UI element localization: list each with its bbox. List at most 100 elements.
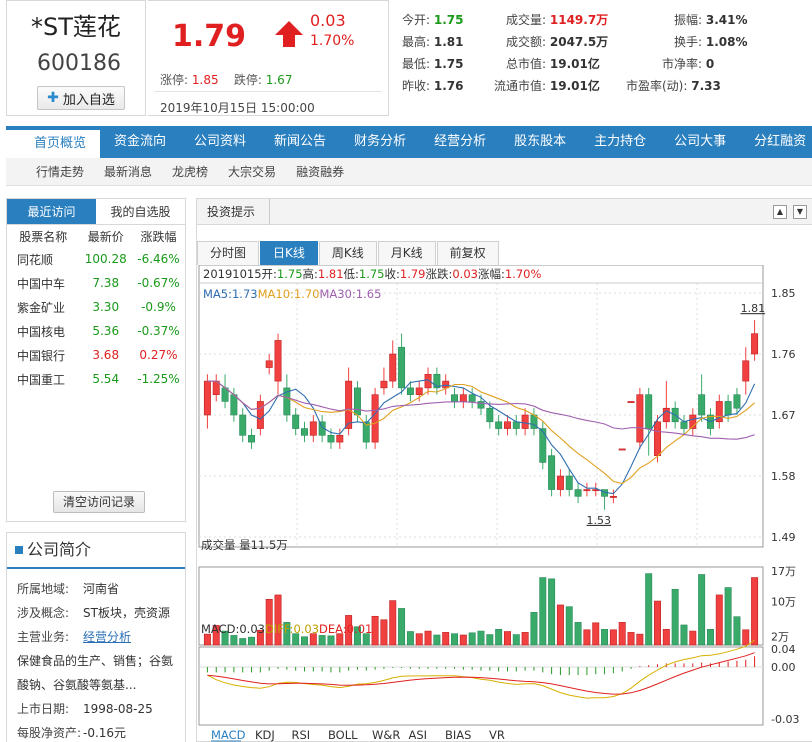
volume-bar bbox=[451, 633, 459, 646]
nav-item[interactable]: 新闻公告 bbox=[260, 126, 340, 158]
info-text: 涨幅: bbox=[478, 267, 505, 281]
subnav-item[interactable]: 融资融券 bbox=[286, 158, 354, 185]
indicator-tab[interactable]: MACD bbox=[211, 728, 246, 742]
candle-body bbox=[548, 455, 556, 490]
volume-bar bbox=[424, 630, 432, 646]
limit-up-label: 涨停: bbox=[160, 73, 189, 87]
scroll-down-icon[interactable]: ▼ bbox=[793, 205, 807, 219]
volume-bar bbox=[751, 577, 759, 646]
volume-label: 成交量 量11.5万 bbox=[201, 538, 288, 552]
divider bbox=[154, 91, 382, 92]
volume-bar bbox=[274, 594, 282, 646]
volume-bar bbox=[565, 606, 573, 646]
table-row[interactable]: 同花顺 100.28 -6.46% bbox=[7, 247, 185, 271]
candle-body bbox=[539, 428, 547, 463]
volume-bar bbox=[556, 604, 564, 646]
info-text: 1.79 bbox=[400, 267, 426, 281]
subnav-item[interactable]: 龙虎榜 bbox=[162, 158, 218, 185]
table-row[interactable]: 中国中车 7.38 -0.67% bbox=[7, 271, 185, 295]
company-profile-title: 公司简介 bbox=[7, 533, 185, 569]
indicator-tab[interactable]: ASI bbox=[409, 728, 428, 742]
clear-history-button[interactable]: 清空访问记录 bbox=[53, 491, 145, 513]
row-stock-name[interactable]: 同花顺 bbox=[7, 247, 79, 271]
volume-bar bbox=[230, 635, 238, 646]
info-text: 低: bbox=[344, 267, 359, 281]
limit-prices: 涨停: 1.85 跌停: 1.67 bbox=[160, 71, 292, 88]
candle-body bbox=[327, 435, 335, 443]
quote-value: 0 bbox=[705, 57, 715, 71]
table-row[interactable]: 紫金矿业 3.30 -0.9% bbox=[7, 295, 185, 319]
row-stock-pct: -6.46% bbox=[137, 252, 180, 266]
quote-value: 1.75 bbox=[433, 57, 464, 71]
price-tick-label: 1.67 bbox=[771, 409, 796, 422]
quote-item: 昨收: 1.76 bbox=[402, 77, 463, 94]
row-stock-name[interactable]: 中国中车 bbox=[7, 271, 79, 295]
table-row[interactable]: 中国核电 5.36 -0.37% bbox=[7, 319, 185, 343]
volume-bar bbox=[380, 619, 388, 646]
nav-item[interactable]: 分红融资 bbox=[740, 126, 812, 158]
row-stock-name[interactable]: 中国重工 bbox=[7, 367, 79, 391]
volume-bar bbox=[680, 624, 688, 646]
table-row[interactable]: 中国重工 5.54 -1.25% bbox=[7, 367, 185, 391]
indicator-tab[interactable]: VR bbox=[489, 728, 505, 742]
nav-item[interactable]: 股东股本 bbox=[500, 126, 580, 158]
scroll-up-icon[interactable]: ▲ bbox=[773, 205, 787, 219]
chart-tab[interactable]: 日K线 bbox=[260, 241, 318, 265]
chart-tab[interactable]: 分时图 bbox=[197, 241, 260, 265]
table-row[interactable]: 中国银行 3.68 0.27% bbox=[7, 343, 185, 367]
nav-item[interactable]: 财务分析 bbox=[340, 126, 420, 158]
investment-tip-bar: 投资提示 ▲ ▼ bbox=[197, 199, 812, 225]
row-stock-pct: -0.37% bbox=[137, 324, 180, 338]
business-analysis-link[interactable]: 经营分析 bbox=[83, 630, 131, 644]
quote-label: 流通市值: bbox=[494, 79, 547, 93]
info-text: 1.75 bbox=[277, 267, 303, 281]
subnav-item[interactable]: 行情走势 bbox=[6, 158, 94, 185]
company-desc-line-2: 酸钠、谷氨酸等氨基... bbox=[17, 678, 137, 692]
candle-body bbox=[574, 489, 582, 497]
candle-body bbox=[371, 394, 379, 443]
nav-item[interactable]: 公司资料 bbox=[180, 126, 260, 158]
row-stock-name[interactable]: 紫金矿业 bbox=[7, 295, 79, 319]
recent-table: 股票名称 最新价 涨跌幅 同花顺 100.28 -6.46% 中国中车 7.38 -0.6… bbox=[7, 225, 185, 391]
recent-table-body: 同花顺 100.28 -6.46% 中国中车 7.38 -0.67% 紫金矿业 3.30 -0.… bbox=[7, 247, 185, 391]
candle-body bbox=[627, 401, 635, 403]
candle-body bbox=[468, 394, 476, 402]
add-to-watchlist-button[interactable]: ✚ 加入自选 bbox=[37, 86, 125, 110]
quote-value: 1.81 bbox=[433, 35, 464, 49]
indicator-tab[interactable]: BIAS bbox=[445, 728, 471, 742]
tab-my-watchlist[interactable]: 我的自选股 bbox=[96, 199, 185, 224]
volume-bar bbox=[486, 634, 494, 646]
indicator-tab[interactable]: KDJ bbox=[255, 728, 275, 742]
tab-recent-visits[interactable]: 最近访问 bbox=[7, 199, 96, 224]
volume-bar bbox=[521, 632, 529, 646]
kline-chart[interactable]: 1.851.761.671.581.4920191015开:1.75高:1.81… bbox=[197, 265, 812, 742]
row-stock-name[interactable]: 中国银行 bbox=[7, 343, 79, 367]
investment-tip-label[interactable]: 投资提示 bbox=[207, 199, 271, 225]
nav-per-share-value: -0.16元 bbox=[83, 726, 127, 740]
nav-item[interactable]: 资金流向 bbox=[100, 126, 180, 158]
row-stock-price: 100.28 bbox=[84, 252, 127, 266]
nav-item[interactable]: 首页概览 bbox=[6, 128, 101, 158]
chart-tab[interactable]: 前复权 bbox=[436, 241, 499, 265]
row-stock-name[interactable]: 中国核电 bbox=[7, 319, 79, 343]
candle-body bbox=[230, 394, 238, 416]
row-stock-pct: 0.27% bbox=[139, 348, 178, 362]
chart-tab[interactable]: 周K线 bbox=[318, 241, 377, 265]
quote-label: 总市值: bbox=[506, 57, 547, 71]
candle-body bbox=[751, 333, 759, 355]
price-tick-label: 1.85 bbox=[771, 287, 796, 300]
subnav-item[interactable]: 最新消息 bbox=[94, 158, 162, 185]
company-profile-title-text: 公司简介 bbox=[27, 540, 92, 559]
indicator-tab[interactable]: W&R bbox=[372, 728, 400, 742]
row-stock-pct: -0.9% bbox=[141, 300, 176, 314]
subnav-item[interactable]: 大宗交易 bbox=[218, 158, 286, 185]
volume-bar bbox=[415, 633, 423, 646]
candle-body bbox=[512, 421, 520, 429]
nav-item[interactable]: 经营分析 bbox=[420, 126, 500, 158]
price-change-pct: 1.70% bbox=[310, 33, 355, 49]
indicator-tab[interactable]: BOLL bbox=[328, 728, 358, 742]
chart-tab[interactable]: 月K线 bbox=[377, 241, 436, 265]
nav-item[interactable]: 公司大事 bbox=[660, 126, 740, 158]
indicator-tab[interactable]: RSI bbox=[292, 728, 311, 742]
nav-item[interactable]: 主力持仓 bbox=[580, 126, 660, 158]
